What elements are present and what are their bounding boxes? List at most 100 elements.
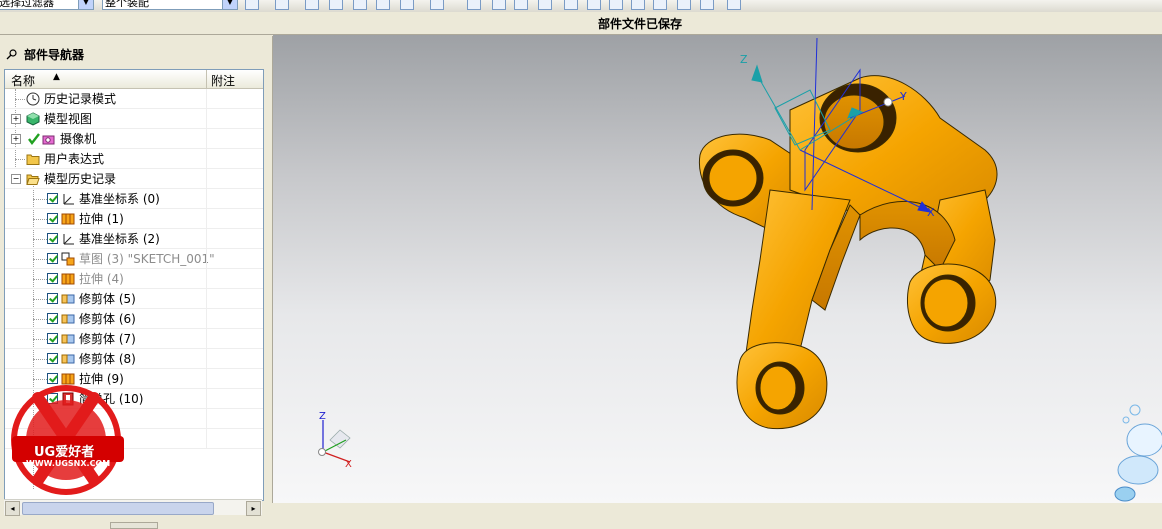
feature-checkbox[interactable] <box>47 313 58 324</box>
grid-snap-icon[interactable] <box>430 0 444 10</box>
tree-node-cameras[interactable]: + 摄像机 <box>5 129 263 149</box>
curve-snap-icon[interactable] <box>587 0 601 10</box>
bracket-body[interactable] <box>698 75 998 430</box>
tree-guide-line <box>33 259 47 260</box>
extrude-icon <box>61 213 75 225</box>
horizontal-scrollbar[interactable]: ◂ ▸ <box>4 499 262 516</box>
point-icon[interactable] <box>353 0 367 10</box>
scroll-thumb[interactable] <box>22 502 214 515</box>
selection-filter-value: 选择过滤器 <box>0 0 54 9</box>
resize-grip[interactable] <box>110 522 158 529</box>
tree-guide-line <box>33 199 47 200</box>
expand-icon[interactable]: + <box>11 114 21 124</box>
center-snap-icon[interactable] <box>609 0 623 10</box>
tree-node-feature[interactable]: 基准坐标系 (0) <box>5 189 263 209</box>
tree-node-feature[interactable]: 修剪体 (5) <box>5 289 263 309</box>
tree-node-label: 历史记录模式 <box>44 92 117 106</box>
tangent-snap-icon[interactable] <box>538 0 552 10</box>
triad-x-label: X <box>345 459 352 470</box>
clock-icon <box>26 92 40 106</box>
tree-node-model-history[interactable]: − 模型历史记录 <box>5 169 263 189</box>
pin-icon[interactable] <box>6 48 18 60</box>
chevron-down-icon: ▼ <box>78 0 93 9</box>
view-snap-icon[interactable] <box>700 0 714 10</box>
tree-guide-line <box>15 99 25 100</box>
graphics-window[interactable]: Z X Y Z X <box>273 35 1162 503</box>
feature-checkbox[interactable] <box>47 253 58 264</box>
pin-icon[interactable] <box>376 0 390 10</box>
tree-node-label: 模型历史记录 <box>44 172 117 186</box>
folder-open-icon <box>26 174 40 185</box>
feature-checkbox[interactable] <box>47 273 58 284</box>
checkmark-icon <box>28 133 40 145</box>
snap-icon[interactable] <box>275 0 289 10</box>
tree-node-feature[interactable]: 修剪体 (7) <box>5 329 263 349</box>
solid-cube-icon[interactable] <box>727 0 741 10</box>
feature-checkbox[interactable] <box>47 233 58 244</box>
flag-icon[interactable] <box>305 0 319 10</box>
tree-node-label: 拉伸 (4) <box>79 272 124 286</box>
intersection-snap-icon[interactable] <box>653 0 667 10</box>
selection-scope-dropdown[interactable]: 整个装配 ▼ <box>102 0 238 10</box>
tree-guide-line <box>33 359 47 360</box>
extension-snap-icon[interactable] <box>677 0 691 10</box>
tree-node-label: 修剪体 (5) <box>79 292 136 306</box>
quadrant-snap-icon[interactable] <box>631 0 645 10</box>
selection-filter-dropdown[interactable]: 选择过滤器 ▼ <box>0 0 94 10</box>
scroll-right-icon[interactable]: ▸ <box>246 501 261 516</box>
collapse-icon[interactable]: − <box>11 174 21 184</box>
scroll-left-icon[interactable]: ◂ <box>5 501 20 516</box>
view-triad[interactable]: Z X <box>318 411 353 470</box>
column-header-name[interactable]: 名称 <box>11 72 35 89</box>
logo-url-text: WWW.UGSNX.COM <box>26 459 111 468</box>
line-snap-icon[interactable] <box>514 0 528 10</box>
note-cell <box>206 289 207 309</box>
datum-csys-icon <box>63 234 74 245</box>
note-cell <box>206 329 207 349</box>
feature-checkbox[interactable] <box>47 333 58 344</box>
trim-body-icon <box>61 354 75 364</box>
tree-node-feature[interactable]: 修剪体 (6) <box>5 309 263 329</box>
tree-node-feature[interactable]: 基准坐标系 (2) <box>5 229 263 249</box>
tree-node-label: 拉伸 (1) <box>79 212 124 226</box>
tree-guide-line <box>15 159 25 160</box>
tree-guide-line <box>33 339 47 340</box>
tree-node-user-expressions[interactable]: 用户表达式 <box>5 149 263 169</box>
trim-body-icon <box>61 314 75 324</box>
tree-node-label: 草图 (3) "SKETCH_001" <box>79 252 215 266</box>
note-cell <box>206 229 207 249</box>
feature-checkbox[interactable] <box>47 193 58 204</box>
expand-icon[interactable]: + <box>11 134 21 144</box>
arc-snap-icon[interactable] <box>564 0 578 10</box>
tree-header: 名称 ▲ 附注 <box>5 70 263 89</box>
tree-node-model-views[interactable]: + 模型视图 <box>5 109 263 129</box>
midpoint-snap-icon[interactable] <box>492 0 506 10</box>
tree-node-feature[interactable]: 拉伸 (1) <box>5 209 263 229</box>
mascot-decoration <box>1114 404 1162 502</box>
tree-node-label: 模型视图 <box>44 112 93 126</box>
select-tool-icon[interactable] <box>245 0 259 10</box>
sort-ascending-icon: ▲ <box>53 72 60 82</box>
tree-node-feature[interactable]: 草图 (3) "SKETCH_001" <box>5 249 263 269</box>
point-filter-icon[interactable] <box>400 0 414 10</box>
note-cell <box>206 369 207 389</box>
column-divider[interactable] <box>206 70 207 88</box>
part-model[interactable]: Z X Y Z X <box>273 35 1162 503</box>
tree-node-feature[interactable]: 修剪体 (8) <box>5 349 263 369</box>
cube-icon[interactable] <box>329 0 343 10</box>
note-cell <box>206 169 207 189</box>
tree-guide-line <box>33 219 47 220</box>
point-marker <box>883 97 893 107</box>
column-header-note[interactable]: 附注 <box>211 72 235 89</box>
tree-node-feature[interactable]: 拉伸 (4) <box>5 269 263 289</box>
feature-checkbox[interactable] <box>47 293 58 304</box>
trim-body-icon <box>61 294 75 304</box>
triad-z-label: Z <box>319 411 326 422</box>
tree-guide-line <box>33 279 47 280</box>
tree-node-label: 基准坐标系 (0) <box>79 192 160 206</box>
tree-node-label: 修剪体 (7) <box>79 332 136 346</box>
tree-node-history-mode[interactable]: 历史记录模式 <box>5 89 263 109</box>
feature-checkbox[interactable] <box>47 213 58 224</box>
endpoint-snap-icon[interactable] <box>467 0 481 10</box>
feature-checkbox[interactable] <box>47 353 58 364</box>
